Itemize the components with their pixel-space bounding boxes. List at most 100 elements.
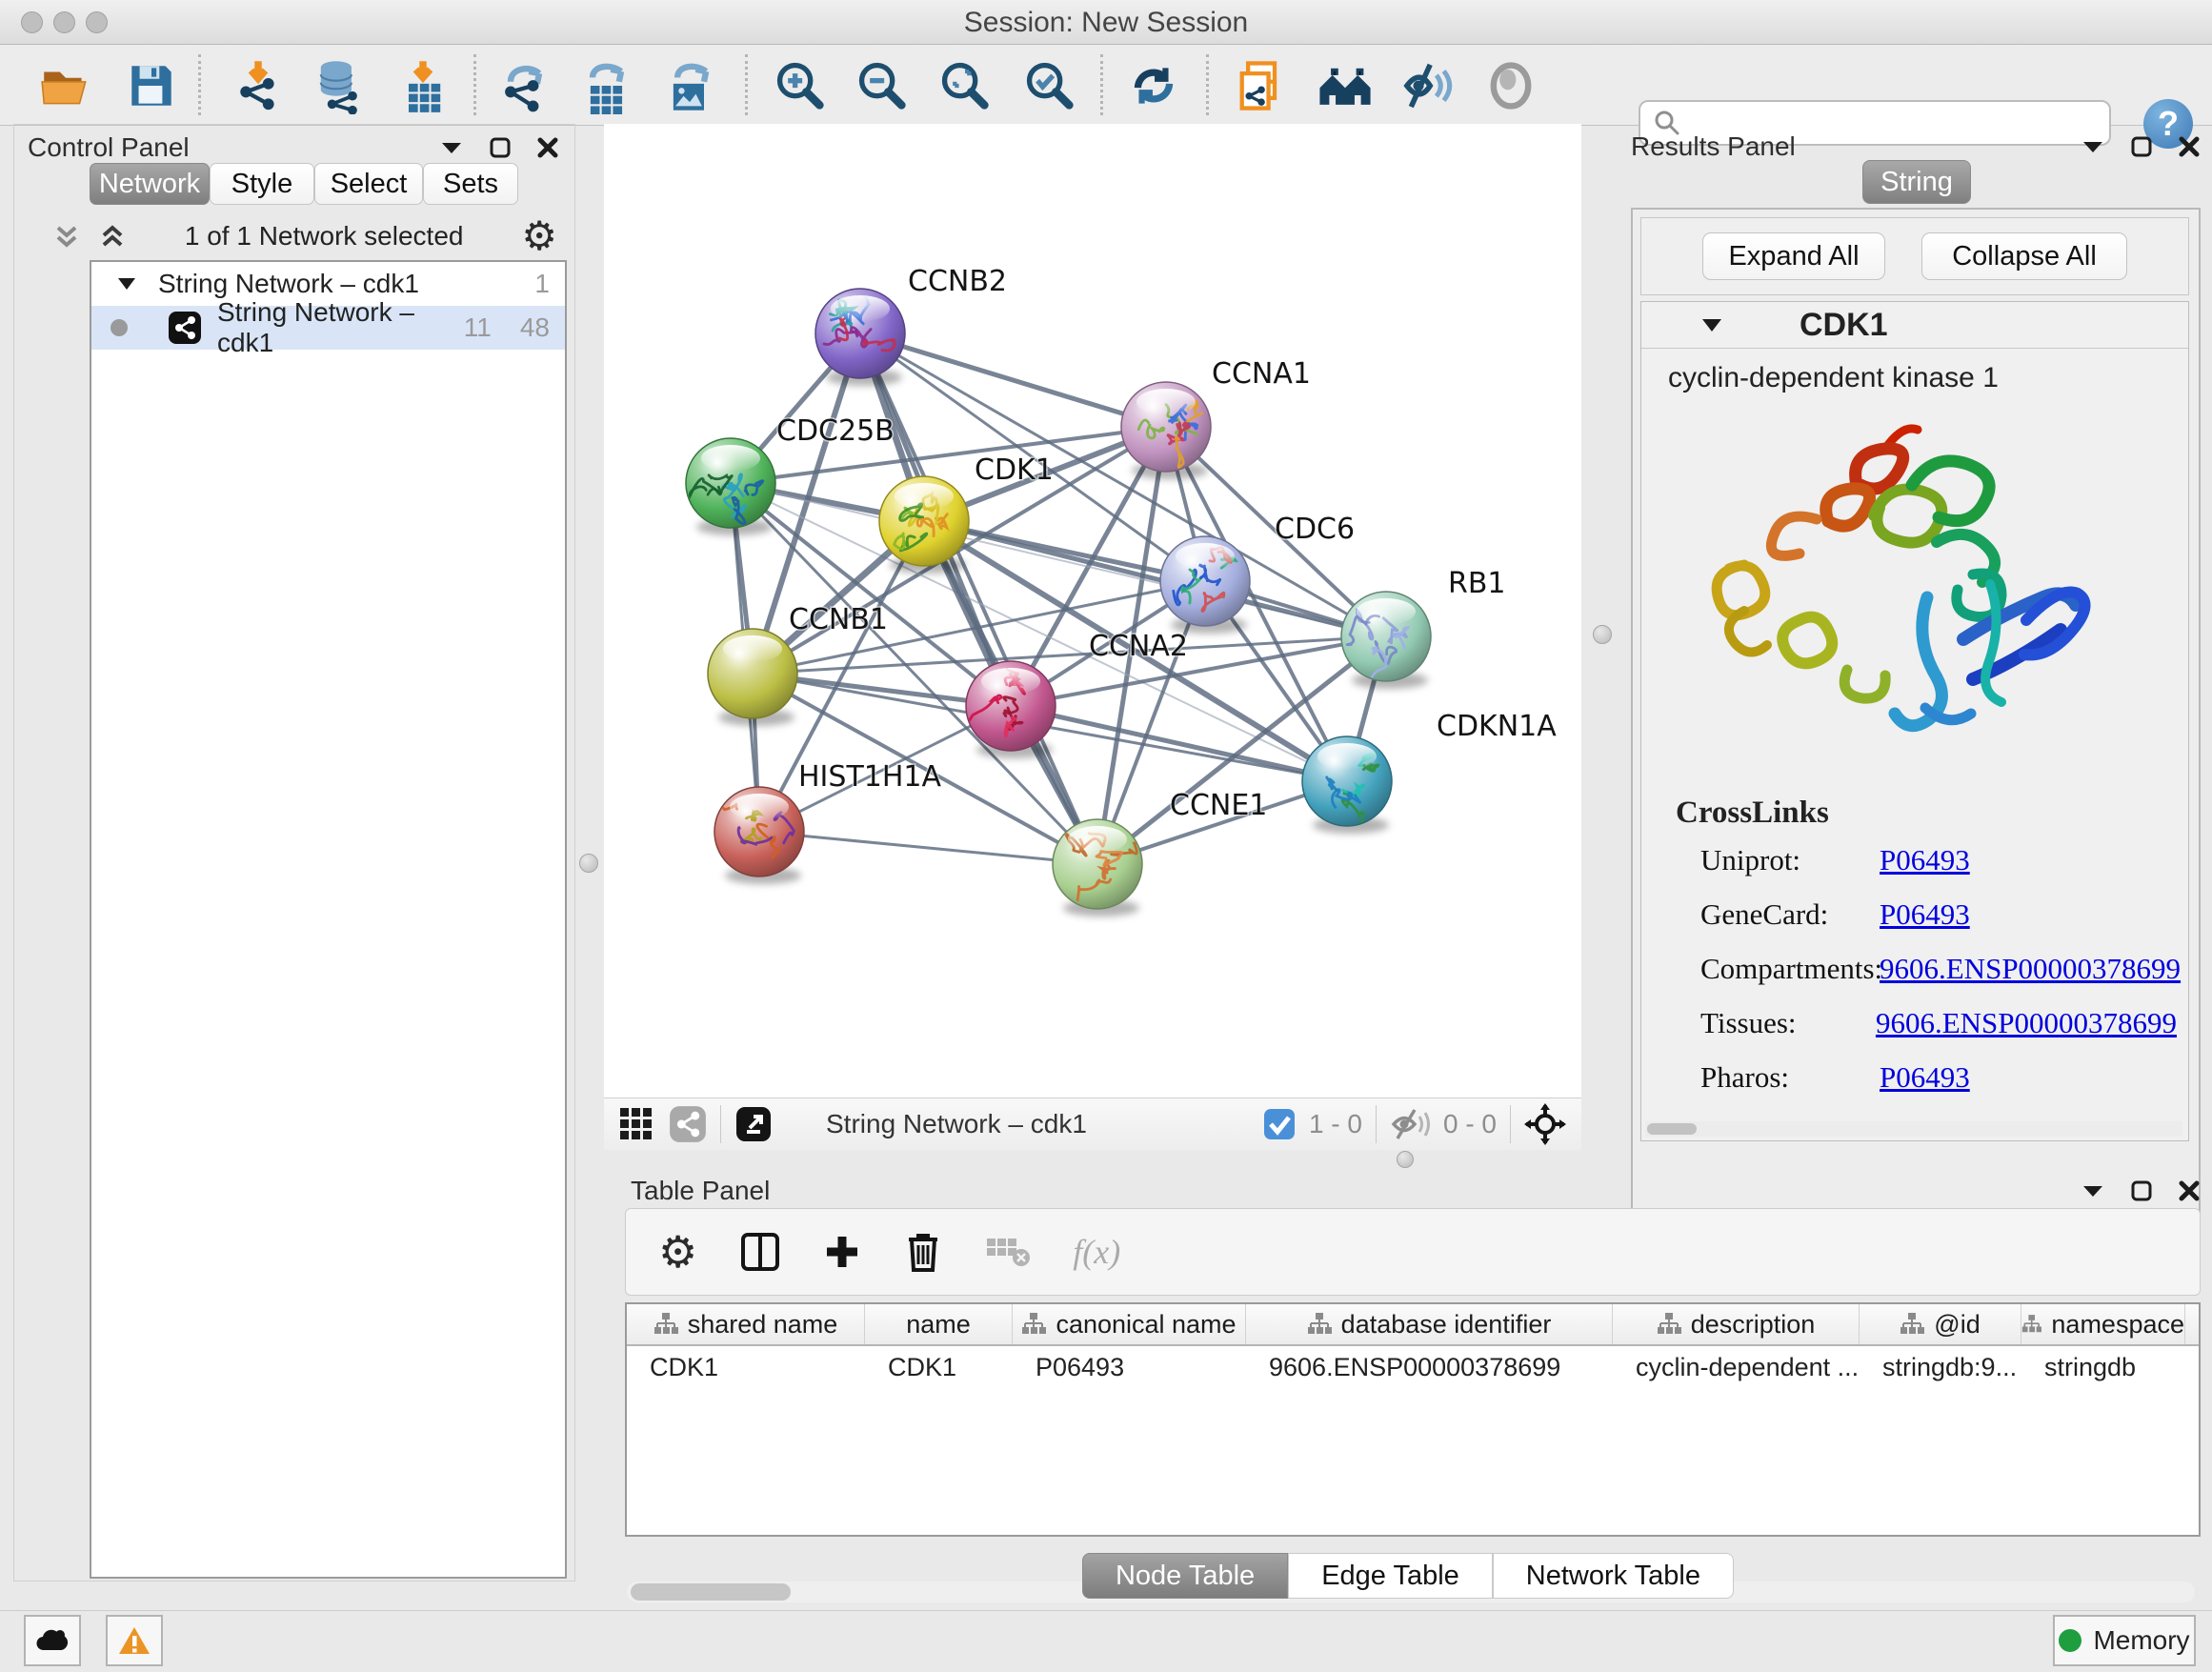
- cloud-button[interactable]: [24, 1615, 81, 1666]
- network-list: String Network – cdk1 1 String Network –…: [90, 260, 567, 1579]
- show-graphics-details-button[interactable]: [1398, 56, 1458, 115]
- import-table-file-button[interactable]: [393, 56, 452, 115]
- grid-view-icon[interactable]: [617, 1105, 655, 1143]
- network-node-ccnb1[interactable]: [708, 629, 797, 726]
- table-cell[interactable]: cyclin-dependent ...: [1613, 1346, 1860, 1388]
- warnings-button[interactable]: [106, 1615, 163, 1666]
- network-node-ccna1[interactable]: [1121, 382, 1211, 479]
- crosslink-link[interactable]: 9606.ENSP00000378699: [1880, 952, 2181, 986]
- birds-eye-view-button[interactable]: [1481, 56, 1540, 115]
- tab-select[interactable]: Select: [314, 163, 423, 205]
- tree-expander-icon[interactable]: [116, 276, 137, 292]
- zoom-in-button[interactable]: [771, 56, 830, 115]
- right-splitter-handle[interactable]: [1593, 625, 1612, 644]
- clone-network-button[interactable]: [1231, 56, 1290, 115]
- column-header-description[interactable]: description: [1613, 1304, 1860, 1344]
- panel-close-icon[interactable]: [2178, 135, 2201, 158]
- export-network-button[interactable]: [495, 56, 554, 115]
- tab-sets[interactable]: Sets: [423, 163, 518, 205]
- network-node-cdc25b[interactable]: [686, 438, 775, 535]
- collapse-all-button[interactable]: Collapse All: [1921, 232, 2127, 280]
- home-pages-icon: [1316, 56, 1375, 115]
- zoom-fit-button[interactable]: [935, 56, 995, 115]
- collapse-protein-icon[interactable]: [1700, 317, 1723, 333]
- panel-menu-icon[interactable]: [2081, 1182, 2105, 1199]
- node-table: shared namenamecanonical namedatabase id…: [625, 1302, 2201, 1537]
- expand-all-button[interactable]: Expand All: [1702, 232, 1885, 280]
- expand-all-chevron-icon[interactable]: [98, 222, 127, 251]
- panel-menu-icon[interactable]: [439, 139, 464, 156]
- zoom-fit-icon: [936, 57, 994, 114]
- column-header-canonical-name[interactable]: canonical name: [1013, 1304, 1246, 1344]
- tab-edge-table[interactable]: Edge Table: [1288, 1553, 1493, 1599]
- home-button[interactable]: [1316, 56, 1375, 115]
- table-row[interactable]: CDK1CDK1P064939606.ENSP00000378699cyclin…: [627, 1346, 2199, 1388]
- crosslink-link[interactable]: P06493: [1880, 843, 1970, 877]
- network-node-ccna2[interactable]: [964, 661, 1056, 758]
- view-network-title: String Network – cdk1: [826, 1109, 1087, 1139]
- network-edge[interactable]: [1011, 706, 1347, 781]
- network-graph[interactable]: CCNB2CCNA1CDC25BCDK1CDC6RB1CCNB1CCNA2CDK…: [604, 124, 1581, 1098]
- column-header--id[interactable]: @id: [1860, 1304, 2021, 1344]
- node-label-ccne1: CCNE1: [1170, 789, 1267, 822]
- add-column-icon[interactable]: [823, 1233, 861, 1271]
- network-node-hist1h1a[interactable]: [711, 787, 804, 884]
- network-edge[interactable]: [860, 333, 1166, 427]
- column-header-shared-name[interactable]: shared name: [627, 1304, 865, 1344]
- horizontal-splitter-handle[interactable]: [1397, 1151, 1414, 1168]
- tab-string[interactable]: String: [1862, 160, 1971, 204]
- import-network-file-button[interactable]: [229, 56, 288, 115]
- network-node-cdk1[interactable]: [879, 476, 969, 574]
- detach-view-icon[interactable]: [734, 1105, 773, 1143]
- zoom-out-button[interactable]: [853, 56, 912, 115]
- tab-style[interactable]: Style: [210, 163, 314, 205]
- pan-crosshair-icon[interactable]: [1524, 1103, 1566, 1145]
- column-header-namespace[interactable]: namespace: [2021, 1304, 2185, 1344]
- crosslink-link[interactable]: P06493: [1880, 1060, 1970, 1095]
- show-columns-icon[interactable]: [739, 1231, 781, 1273]
- left-splitter-handle[interactable]: [579, 854, 598, 873]
- panel-float-icon[interactable]: [489, 136, 512, 159]
- table-cell[interactable]: P06493: [1013, 1346, 1246, 1388]
- memory-button[interactable]: Memory: [2053, 1615, 2196, 1666]
- string-share-icon[interactable]: [669, 1105, 707, 1143]
- import-network-database-button[interactable]: [309, 56, 368, 115]
- export-table-button[interactable]: [577, 56, 636, 115]
- tab-node-table[interactable]: Node Table: [1082, 1553, 1288, 1599]
- export-image-button[interactable]: [660, 56, 719, 115]
- table-cell[interactable]: stringdb:9...: [1860, 1346, 2021, 1388]
- protein-structure-image: [1687, 393, 2097, 765]
- selected-checkbox-icon[interactable]: [1263, 1108, 1296, 1140]
- crosslink-link[interactable]: P06493: [1880, 897, 1970, 932]
- column-header-name[interactable]: name: [865, 1304, 1013, 1344]
- tab-network-table[interactable]: Network Table: [1493, 1553, 1734, 1599]
- panel-float-icon[interactable]: [2130, 135, 2153, 158]
- zoom-selected-button[interactable]: [1020, 56, 1079, 115]
- status-bar: Memory: [0, 1610, 2212, 1672]
- tab-network[interactable]: Network: [90, 163, 210, 205]
- panel-float-icon[interactable]: [2130, 1179, 2153, 1202]
- panel-menu-icon[interactable]: [2081, 138, 2105, 155]
- results-hscrollbar[interactable]: [1645, 1121, 2182, 1137]
- column-header-database-identifier[interactable]: database identifier: [1246, 1304, 1613, 1344]
- table-settings-gear-icon[interactable]: ⚙: [658, 1230, 697, 1274]
- open-session-button[interactable]: [36, 56, 95, 115]
- table-cell[interactable]: stringdb: [2021, 1346, 2185, 1388]
- refresh-styles-button[interactable]: [1124, 56, 1183, 115]
- panel-close-icon[interactable]: [536, 136, 559, 159]
- network-node-rb1[interactable]: [1341, 592, 1431, 689]
- network-canvas[interactable]: CCNB2CCNA1CDC25BCDK1CDC6RB1CCNB1CCNA2CDK…: [604, 124, 1581, 1098]
- network-options-gear-icon[interactable]: ⚙: [521, 216, 557, 256]
- table-cell[interactable]: CDK1: [627, 1346, 865, 1388]
- network-row[interactable]: String Network – cdk1 11 48: [91, 306, 565, 350]
- delete-column-icon[interactable]: [903, 1230, 943, 1274]
- network-node-cdc6[interactable]: [1160, 536, 1250, 634]
- save-session-button[interactable]: [122, 56, 181, 115]
- network-node-cdkn1a[interactable]: [1302, 736, 1392, 834]
- panel-close-icon[interactable]: [2178, 1179, 2201, 1202]
- table-cell[interactable]: CDK1: [865, 1346, 1013, 1388]
- crosslink-link[interactable]: 9606.ENSP00000378699: [1876, 1006, 2177, 1040]
- table-cell[interactable]: 9606.ENSP00000378699: [1246, 1346, 1613, 1388]
- collapse-all-chevron-icon[interactable]: [52, 222, 81, 251]
- network-node-ccne1[interactable]: [1053, 819, 1142, 917]
